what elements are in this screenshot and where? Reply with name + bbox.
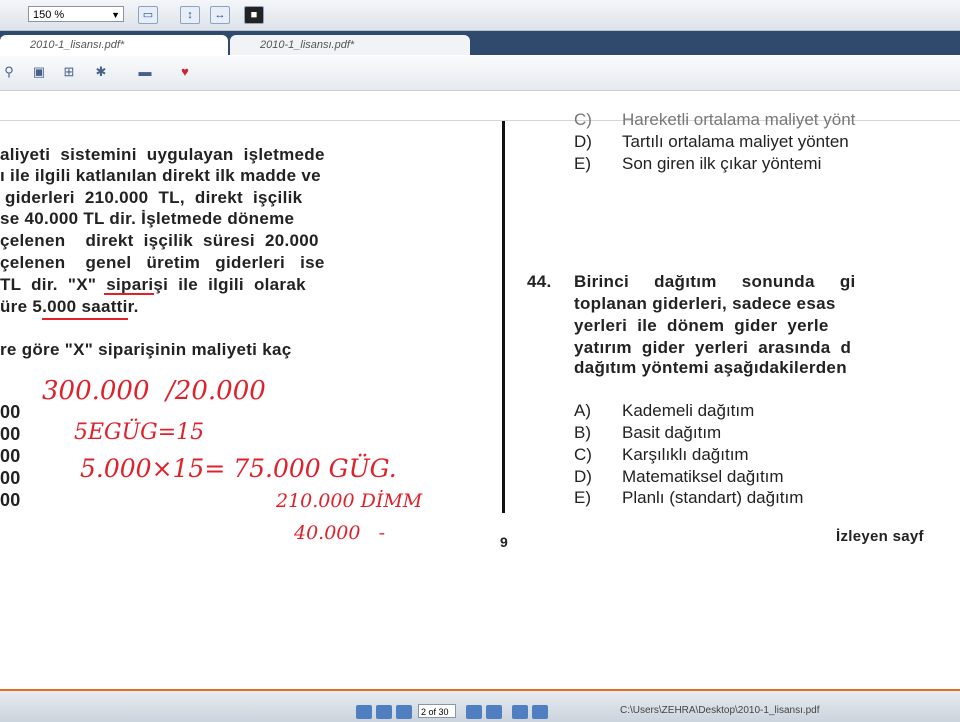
fit-width-icon[interactable]: ↔ (210, 6, 230, 24)
question-text-line: TL dir. "X" siparişi ile ilgili olarak (0, 275, 306, 294)
comment-icon[interactable]: ▬ (136, 64, 154, 80)
fit-page-icon[interactable]: ▭ (138, 6, 158, 24)
chevron-down-icon: ▼ (111, 10, 120, 20)
answer-option: A) Kademeli dağıtım (574, 401, 755, 420)
ink-underline (104, 293, 154, 295)
tab-label: 2010-1_lisansı.pdf* (30, 39, 125, 51)
question-text-line: yerleri ile dönem gider yerle (574, 316, 829, 335)
question-text-line: çelenen direkt işçilik süresi 20.000 (0, 231, 319, 250)
handwritten-note: 40.000 - (294, 522, 386, 544)
answer-option: D) Tartılı ortalama maliyet yönten (574, 132, 849, 151)
tab-document-2[interactable]: 2010-1_lisansı.pdf* (230, 35, 470, 55)
zoom-select[interactable]: 150 % ▼ (28, 6, 124, 22)
answer-option: C) Karşılıklı dağıtım (574, 445, 749, 464)
question-text-line: ı ile ilgili katlanılan direkt ilk madde… (0, 166, 321, 185)
question-prompt: re göre "X" siparişinin maliyeti kaç (0, 340, 292, 359)
history-forward-icon[interactable] (532, 705, 548, 719)
question-text-line: se 40.000 TL dir. İşletmede döneme (0, 209, 295, 228)
search-icon[interactable]: ⚲ (0, 64, 18, 80)
handwritten-note: 210.000 DİMM (276, 490, 423, 512)
answer-option: E) Planlı (standart) dağıtım (574, 488, 804, 507)
answer-option: 00 (0, 402, 21, 422)
column-divider (502, 121, 505, 513)
question-text-line: dağıtım yöntemi aşağıdakilerden (574, 358, 847, 377)
page-number: 9 (500, 534, 509, 550)
answer-option: 00 (0, 490, 21, 510)
question-text-line: aliyeti sistemini uygulayan işletmede (0, 145, 325, 164)
heart-icon[interactable]: ♥ (176, 64, 194, 80)
answer-option: C) Hareketli ortalama maliyet yönt (574, 110, 856, 129)
tools-toolbar: ⚲ ▣ ⊞ ✱ ▬ ♥ (0, 56, 960, 91)
ink-underline (42, 318, 128, 320)
first-page-icon[interactable] (356, 705, 372, 719)
answer-option: B) Basit dağıtım (574, 423, 722, 442)
zoom-value: 150 % (33, 9, 65, 21)
fit-height-icon[interactable]: ↕ (180, 6, 200, 24)
answer-option: 00 (0, 446, 21, 466)
snapshot-icon[interactable]: ▣ (30, 64, 48, 80)
page-number-field[interactable]: 2 of 30 (418, 704, 456, 718)
history-back-icon[interactable] (512, 705, 528, 719)
tab-label: 2010-1_lisansı.pdf* (260, 39, 355, 51)
handwritten-note: 5.000×15= 75.000 GÜG. (80, 454, 397, 483)
answer-option: D) Matematiksel dağıtım (574, 467, 784, 486)
question-text-line: Birinci dağıtım sonunda gi (574, 272, 856, 291)
file-path: C:\Users\ZEHRA\Desktop\2010-1_lisansı.pd… (620, 705, 820, 716)
select-tool-icon[interactable]: ⊞ (60, 64, 78, 80)
puzzle-icon[interactable]: ✱ (92, 64, 110, 80)
answer-option: 00 (0, 468, 21, 488)
previous-page-icon[interactable] (376, 705, 392, 719)
status-bar: 2 of 30 C:\Users\ZEHRA\Desktop\2010-1_li… (0, 689, 960, 722)
next-page-hint: İzleyen sayf (836, 528, 924, 545)
question-text-line: giderleri 210.000 TL, direkt işçilik (0, 188, 303, 207)
handwritten-note: 300.000 /20.000 (42, 376, 266, 406)
question-number: 44. (527, 272, 552, 291)
next-page-icon[interactable] (396, 705, 412, 719)
answer-option: 00 (0, 424, 21, 444)
question-text-line: çelenen genel üretim giderleri ise (0, 253, 325, 272)
question-text-line: yatırım gider yerleri arasında d (574, 338, 852, 357)
fullscreen-icon[interactable]: ■ (244, 6, 264, 24)
question-text-line: üre 5.000 saattir. (0, 297, 139, 316)
tab-document-1[interactable]: 2010-1_lisansı.pdf* (0, 35, 228, 55)
go-forward-icon[interactable] (466, 705, 482, 719)
last-page-icon[interactable] (486, 705, 502, 719)
top-toolbar: 150 % ▼ ▭ ↕ ↔ ■ (0, 0, 960, 31)
answer-option: E) Son giren ilk çıkar yöntemi (574, 154, 822, 173)
handwritten-note: 5EGÜG=15 (74, 420, 205, 445)
document-tabs: 2010-1_lisansı.pdf* 2010-1_lisansı.pdf* (0, 31, 960, 55)
question-text-line: toplanan giderleri, sadece esas (574, 294, 836, 313)
